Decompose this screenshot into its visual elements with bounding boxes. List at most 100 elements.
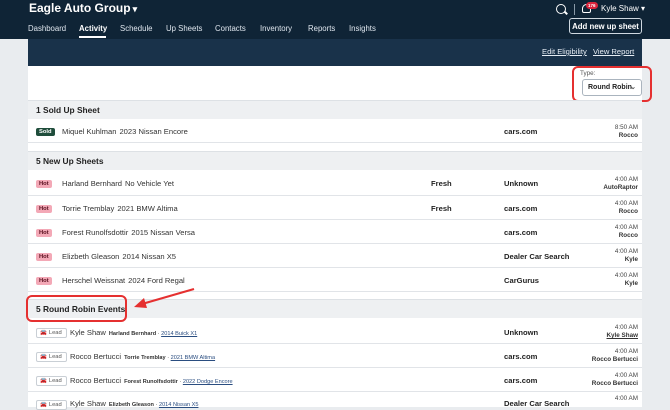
- time: 4:00 AM: [614, 348, 638, 355]
- assignee: Kyle: [624, 280, 638, 287]
- customer-name: Herschel Weissnat: [62, 276, 126, 285]
- vehicle-link[interactable]: 2014 Nissan X5: [159, 402, 199, 408]
- timestamp: 4:00 AM Rocco: [615, 224, 638, 240]
- section-title: 1 Sold Up Sheet: [36, 105, 100, 115]
- hot-badge: Hot: [36, 180, 52, 188]
- arrow-head: [134, 298, 147, 308]
- add-new-up-sheet-button[interactable]: Add new up sheet: [569, 18, 642, 34]
- table-row[interactable]: Hot Torrie Tremblay 2021 BMW Altima Fresh…: [28, 196, 642, 220]
- hot-badge: Hot: [36, 229, 52, 237]
- customer-name: Miquel Kuhlman: [62, 127, 117, 136]
- time: 4:00 AM: [614, 176, 638, 183]
- brand-switcher[interactable]: Eagle Auto Group ▾: [29, 1, 137, 15]
- event-details: Torrie Tremblay · 2021 BMW Altima: [124, 355, 216, 361]
- customer-name: Elizbeth Gleason: [108, 402, 154, 408]
- lead-source: cars.com: [504, 127, 538, 136]
- timestamp: 4:00 AM Kyle: [615, 248, 638, 264]
- view-report-link[interactable]: View Report: [593, 47, 634, 56]
- lead-source: cars.com: [504, 204, 538, 213]
- lead-source: cars.com: [504, 352, 538, 361]
- nav-up-sheets[interactable]: Up Sheets: [166, 24, 202, 33]
- divider: [574, 4, 575, 15]
- lead-status: Fresh: [431, 204, 452, 213]
- vehicle: 2021 BMW Altima: [117, 204, 178, 213]
- lead-status: Fresh: [431, 179, 452, 188]
- car-icon: 🚘: [40, 354, 47, 360]
- customer-name: Elizbeth Gleason: [62, 252, 120, 261]
- highlight-box: [572, 66, 652, 102]
- time: 8:50 AM: [614, 124, 638, 131]
- time: 4:00 AM: [614, 272, 638, 279]
- assignee: Kyle: [624, 256, 638, 263]
- chevron-down-icon: ▾: [132, 4, 138, 14]
- assignee: Rocco: [618, 232, 638, 239]
- nav-insights[interactable]: Insights: [349, 24, 376, 33]
- event-info: Rocco Bertucci Forest Runolfsdottir · 202…: [70, 376, 233, 385]
- vehicle-link[interactable]: 2021 BMW Altima: [171, 355, 215, 361]
- lead-source: CarGurus: [504, 276, 540, 285]
- time: 4:00 AM: [614, 248, 638, 255]
- vehicle: No Vehicle Yet: [124, 179, 174, 188]
- lead-source: Unknown: [504, 179, 539, 188]
- timestamp: 4:00 AM Rocco: [615, 200, 638, 216]
- table-row[interactable]: Hot Herschel Weissnat 2024 Ford Regal Car…: [28, 268, 642, 292]
- table-row[interactable]: 🚘 Lead Kyle Shaw Elizbeth Gleason · 2014 N…: [28, 392, 642, 410]
- table-row[interactable]: Sold Miquel Kuhlman 2023 Nissan Encore ca…: [28, 119, 642, 143]
- lead-source: cars.com: [504, 376, 538, 385]
- brand-name: Eagle Auto Group: [29, 1, 131, 15]
- vehicle-link[interactable]: 2014 Buick X1: [161, 331, 197, 337]
- table-row[interactable]: Hot Elizbeth Gleason 2014 Nissan X5 Deale…: [28, 244, 642, 268]
- table-row[interactable]: 🚘 Lead Rocco Bertucci Forest Runolfsdottir…: [28, 368, 642, 392]
- arrow-shaft: [141, 287, 195, 306]
- table-row[interactable]: Hot Forest Runolfsdottir 2015 Nissan Vers…: [28, 220, 642, 244]
- active-tab-indicator: [79, 36, 106, 38]
- lead-source: Unknown: [504, 328, 539, 337]
- timestamp: 8:50 AM Rocco: [615, 124, 638, 140]
- time: 4:00 AM: [614, 200, 638, 207]
- nav-contacts[interactable]: Contacts: [215, 24, 246, 33]
- nav-activity[interactable]: Activity: [79, 24, 107, 33]
- section-sold-header: 1 Sold Up Sheet: [28, 100, 642, 119]
- hot-badge: Hot: [36, 253, 52, 261]
- search-icon[interactable]: [556, 4, 566, 14]
- timestamp: 4:00 AM Rocco Bertucci: [592, 348, 638, 364]
- lead-badge: 🚘 Lead: [36, 376, 67, 386]
- lead-badge: 🚘 Lead: [36, 352, 67, 362]
- event-details: Elizbeth Gleason · 2014 Nissan X5: [108, 402, 199, 408]
- badge-label: Lead: [48, 330, 62, 336]
- user-name: Kyle Shaw: [601, 4, 639, 13]
- lead-source: cars.com: [504, 228, 538, 237]
- customer-info: Torrie Tremblay 2021 BMW Altima: [62, 204, 178, 213]
- badge-label: Lead: [48, 378, 62, 384]
- assignee: AutoRaptor: [603, 184, 638, 191]
- customer-info: Harland Bernhard No Vehicle Yet: [62, 179, 174, 188]
- user-menu[interactable]: Kyle Shaw ▾: [601, 4, 645, 13]
- annotation-arrow: [134, 287, 195, 308]
- assignee: Rocco: [618, 132, 638, 139]
- assignee: Rocco: [618, 208, 638, 215]
- customer-name: Torrie Tremblay: [62, 204, 115, 213]
- vehicle-link[interactable]: 2022 Dodge Encore: [183, 379, 233, 385]
- badge-label: Lead: [48, 402, 62, 408]
- assignee[interactable]: Kyle Shaw: [607, 332, 639, 339]
- event-details: Harland Bernhard · 2014 Buick X1: [108, 331, 198, 337]
- table-row[interactable]: Hot Harland Bernhard No Vehicle Yet Fresh…: [28, 171, 642, 196]
- customer-name: Forest Runolfsdottir: [62, 228, 129, 237]
- event-info: Rocco Bertucci Torrie Tremblay · 2021 BMW…: [70, 352, 215, 361]
- table-row[interactable]: 🚘 Lead Rocco Bertucci Torrie Tremblay · 20…: [28, 344, 642, 368]
- nav-schedule[interactable]: Schedule: [120, 24, 153, 33]
- vehicle: 2015 Nissan Versa: [131, 228, 196, 237]
- nav-inventory[interactable]: Inventory: [260, 24, 292, 33]
- hot-badge: Hot: [36, 205, 52, 213]
- table-row[interactable]: 🚘 Lead Kyle Shaw Harland Bernhard · 2014 B…: [28, 320, 642, 344]
- time: 4:00 AM: [614, 395, 638, 402]
- car-icon: 🚘: [40, 330, 47, 336]
- timestamp: 4:00 AM Kyle Shaw: [607, 324, 639, 340]
- lead-source: Dealer Car Search: [504, 252, 570, 261]
- nav-reports[interactable]: Reports: [308, 24, 335, 33]
- time: 4:00 AM: [614, 324, 638, 331]
- time: 4:00 AM: [614, 224, 638, 231]
- top-nav-bar: Eagle Auto Group ▾ Dashboard Activity Sch…: [0, 0, 670, 39]
- edit-eligibility-link[interactable]: Edit Eligibility: [542, 47, 587, 56]
- nav-dashboard[interactable]: Dashboard: [28, 24, 66, 33]
